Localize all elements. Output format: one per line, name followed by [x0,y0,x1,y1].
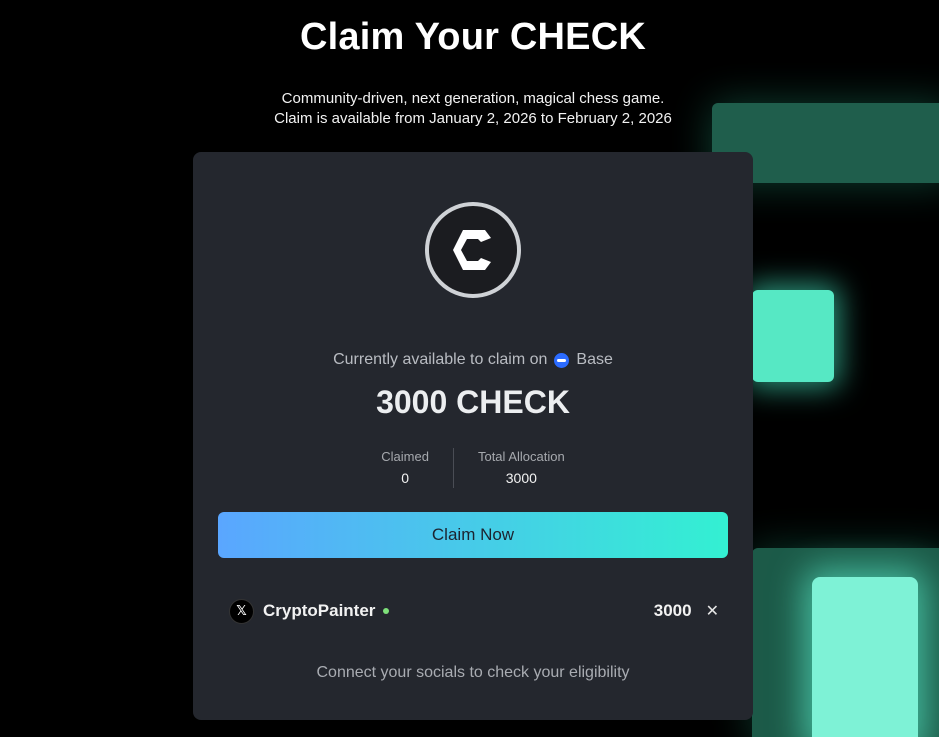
social-username: CryptoPainter [263,601,376,620]
claim-stats: Claimed 0 Total Allocation 3000 [193,448,753,488]
background-glow-block [752,290,834,382]
stat-value: 0 [401,470,410,486]
stat-value: 3000 [505,470,537,486]
close-icon[interactable]: ✕ [706,601,719,621]
availability-label: Currently available to claim on [333,351,548,368]
stat-claimed: Claimed 0 [357,448,453,488]
stat-label: Claimed [381,449,429,464]
social-allocation-amount: 3000 [653,601,692,620]
stat-label: Total Allocation [477,449,565,464]
page-title: Claim Your CHECK [300,16,646,58]
claim-now-button[interactable]: Claim Now [218,512,728,558]
claim-amount: 3000 CHECK [376,384,570,420]
connected-social-row: 𝕏 CryptoPainter 3000 ✕ [229,598,719,624]
connect-socials-hint: Connect your socials to check your eligi… [316,664,630,681]
subtitle-claim-period: Claim is available from January 2, 2026 … [274,110,672,127]
background-glow-block [812,577,918,737]
base-icon [554,352,570,368]
page-subtitle: Community-driven, next generation, magic… [0,89,939,129]
availability-line: Currently available to claim on Base [193,351,753,369]
network-name: Base [576,351,613,368]
connected-status-dot [383,608,390,614]
subtitle-description: Community-driven, next generation, magic… [281,90,665,107]
x-icon: 𝕏 [229,598,254,624]
claim-card: Currently available to claim on Base 300… [193,152,753,720]
stat-total-allocation: Total Allocation 3000 [454,448,589,488]
check-logo-icon [425,202,521,298]
